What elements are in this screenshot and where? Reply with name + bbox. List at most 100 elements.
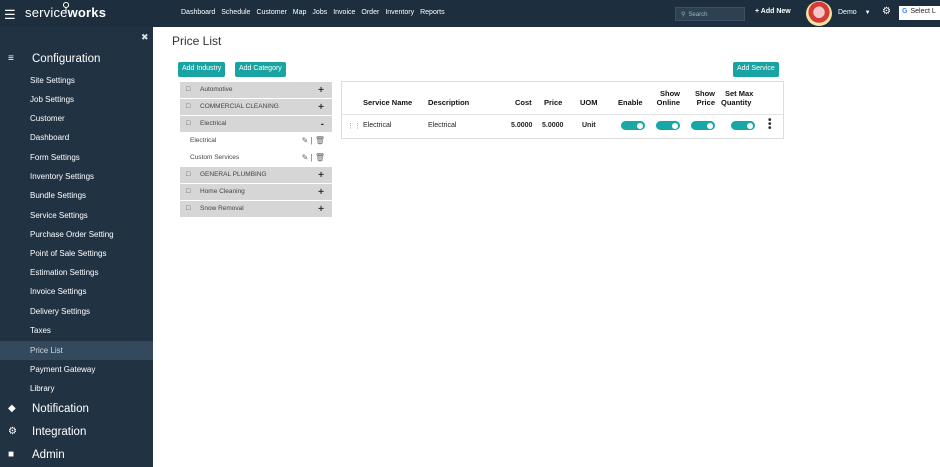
sidebar-item-job-settings[interactable]: Job Settings (0, 90, 153, 109)
avatar[interactable] (806, 1, 832, 26)
sidebar-item-estimation-settings[interactable]: Estimation Settings (0, 263, 153, 282)
category-row-electrical[interactable]: □ Electrical - (180, 116, 332, 133)
sidebar-item-label: Inventory Settings (30, 172, 95, 181)
expand-icon[interactable]: + (318, 85, 324, 96)
header-service-name[interactable]: Service Name (363, 98, 412, 107)
sidebar-item-label: Site Settings (30, 76, 75, 85)
category-row-automotive[interactable]: □ Automotive + (180, 82, 332, 99)
add-service-button[interactable]: Add Service (733, 62, 779, 77)
gear-icon[interactable]: ⚙ (882, 6, 891, 17)
sidebar-item-form-settings[interactable]: Form Settings (0, 148, 153, 167)
header-price[interactable]: Price (544, 98, 562, 107)
language-select[interactable]: G Select L (899, 6, 940, 20)
add-new-label: Add New (760, 8, 791, 15)
brand-bold: works (67, 5, 107, 20)
search-icon: ⚲ (681, 12, 686, 18)
add-industry-button[interactable]: Add Industry (178, 62, 226, 77)
subcategory-row-custom-services[interactable]: Custom Services ✎ | 🗑 (180, 150, 332, 167)
header-show-online-line2: Online (656, 98, 680, 107)
header-set-max-line2: Quantity (721, 98, 752, 107)
collapse-icon[interactable]: - (321, 119, 324, 130)
nav-dashboard[interactable]: Dashboard (181, 9, 215, 16)
sidebar-item-label: Point of Sale Settings (30, 249, 107, 258)
close-icon[interactable]: ✖ (141, 32, 149, 43)
google-icon: G (902, 8, 908, 15)
sidebar-item-point-of-sale-settings[interactable]: Point of Sale Settings (0, 244, 153, 263)
nav-schedule[interactable]: Schedule (221, 9, 250, 16)
show-price-toggle[interactable] (691, 121, 715, 130)
drag-handle-icon[interactable]: ⋮⋮ (347, 122, 361, 130)
header-enable[interactable]: Enable (618, 98, 643, 107)
sidebar-item-label: Payment Gateway (30, 365, 96, 374)
cell-service-name: Electrical (363, 122, 392, 129)
pencil-icon[interactable]: ✎ (302, 136, 309, 145)
category-row-general-plumbing[interactable]: □ GENERAL PLUMBING + (180, 167, 332, 184)
nav-customer[interactable]: Customer (256, 9, 286, 16)
header-show-online[interactable]: Show Online (654, 89, 680, 107)
sidebar-item-site-settings[interactable]: Site Settings (0, 71, 153, 90)
sidebar-item-delivery-settings[interactable]: Delivery Settings (0, 302, 153, 321)
language-select-label: Select L (910, 8, 936, 15)
header-cost[interactable]: Cost (515, 98, 532, 107)
trash-icon[interactable]: 🗑 (315, 153, 325, 162)
sidebar-item-label: Job Settings (30, 95, 75, 104)
row-actions: ✎ | 🗑 (301, 153, 325, 162)
header-show-price[interactable]: Show Price (691, 89, 715, 107)
sidebar-section-integration[interactable]: ⚙ Integration (0, 422, 153, 444)
sidebar-item-library[interactable]: Library (0, 379, 153, 398)
show-online-toggle[interactable] (656, 121, 680, 130)
sidebar: ✖ ≡ Configuration Site Settings Job Sett… (0, 27, 153, 467)
folder-icon: □ (186, 120, 191, 127)
add-category-button[interactable]: Add Category (235, 62, 286, 77)
sidebar-item-inventory-settings[interactable]: Inventory Settings (0, 167, 153, 186)
sidebar-item-label: Purchase Order Setting (30, 230, 114, 239)
hamburger-menu-icon[interactable]: ☰ (4, 7, 16, 23)
trash-icon[interactable]: 🗑 (315, 136, 325, 145)
user-name: Demo (838, 9, 857, 16)
set-max-quantity-toggle[interactable] (731, 121, 755, 130)
user-menu[interactable]: Demo ▼ (838, 9, 871, 16)
folder-icon: □ (186, 188, 191, 195)
sidebar-item-customer[interactable]: Customer (0, 109, 153, 128)
caret-down-icon: ▼ (864, 10, 871, 16)
expand-icon[interactable]: + (318, 102, 324, 113)
sidebar-item-payment-gateway[interactable]: Payment Gateway (0, 360, 153, 379)
sidebar-item-purchase-order-setting[interactable]: Purchase Order Setting (0, 225, 153, 244)
sidebar-item-label: Taxes (30, 326, 51, 335)
nav-inventory[interactable]: Inventory (385, 9, 414, 16)
sidebar-item-price-list[interactable]: Price List (0, 341, 153, 360)
sidebar-section-notification[interactable]: ◆ Notification (0, 399, 153, 421)
sidebar-item-bundle-settings[interactable]: Bundle Settings (0, 186, 153, 205)
sidebar-item-invoice-settings[interactable]: Invoice Settings (0, 282, 153, 301)
category-row-snow-removal[interactable]: □ Snow Removal + (180, 201, 332, 218)
add-new-button[interactable]: + Add New (755, 8, 791, 15)
bell-icon: ◆ (8, 403, 16, 414)
expand-icon[interactable]: + (318, 187, 324, 198)
sidebar-section-configuration[interactable]: ≡ Configuration (0, 49, 153, 71)
subcategory-row-electrical[interactable]: Electrical ✎ | 🗑 (180, 133, 332, 150)
sidebar-section-admin[interactable]: ■ Admin (0, 445, 153, 467)
search-input[interactable]: ⚲ Search (675, 7, 745, 21)
more-options-icon[interactable]: • • • (768, 116, 772, 134)
top-nav: Dashboard Schedule Customer Map Jobs Inv… (181, 9, 445, 16)
nav-jobs[interactable]: Jobs (312, 9, 327, 16)
cogs-icon: ⚙ (8, 426, 17, 437)
expand-icon[interactable]: + (318, 170, 324, 181)
category-row-home-cleaning[interactable]: □ Home Cleaning + (180, 184, 332, 201)
sidebar-item-service-settings[interactable]: Service Settings (0, 206, 153, 225)
header-description[interactable]: Description (428, 98, 469, 107)
nav-invoice[interactable]: Invoice (333, 9, 355, 16)
nav-map[interactable]: Map (293, 9, 307, 16)
expand-icon[interactable]: + (318, 204, 324, 215)
header-set-max-quantity[interactable]: Set Max Quantity (721, 89, 755, 107)
nav-reports[interactable]: Reports (420, 9, 445, 16)
folder-icon: □ (186, 103, 191, 110)
sidebar-item-taxes[interactable]: Taxes (0, 321, 153, 340)
category-row-commercial-cleaning[interactable]: □ COMMERCIAL CLEANING + (180, 99, 332, 116)
nav-order[interactable]: Order (361, 9, 379, 16)
header-uom[interactable]: UOM (580, 98, 598, 107)
enable-toggle[interactable] (621, 121, 645, 130)
sidebar-item-dashboard[interactable]: Dashboard (0, 128, 153, 147)
pencil-icon[interactable]: ✎ (302, 153, 309, 162)
row-actions: ✎ | 🗑 (301, 136, 325, 145)
